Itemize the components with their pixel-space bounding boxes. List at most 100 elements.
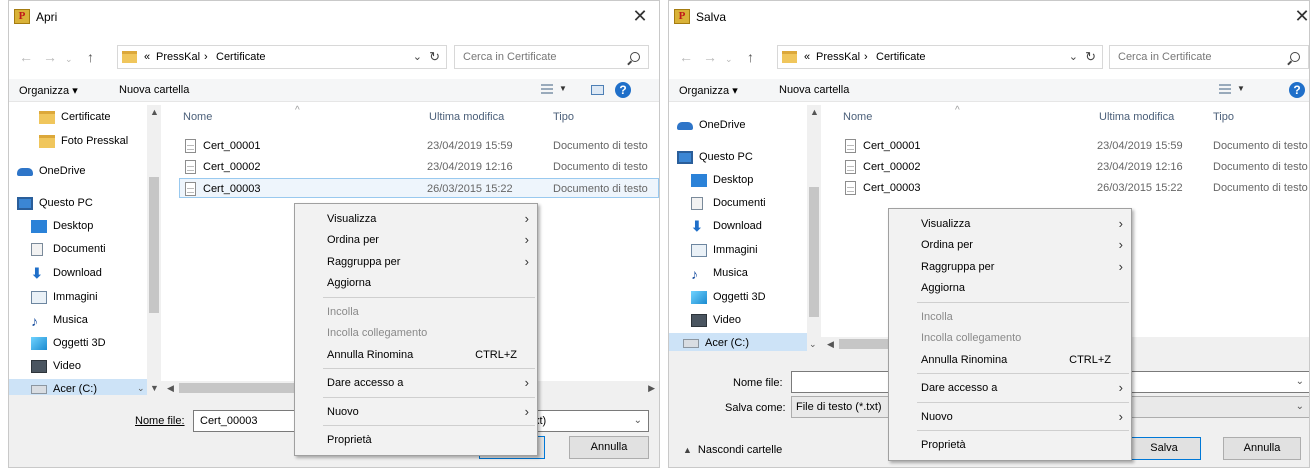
organize-button[interactable]: Organizza ▾	[679, 84, 738, 97]
column-header-name[interactable]: Nome	[843, 111, 872, 123]
view-options-icon[interactable]	[541, 84, 553, 95]
nav-item-desktop[interactable]: Desktop	[691, 170, 807, 190]
nav-item-foto-presskal[interactable]: Foto Presskal	[39, 131, 145, 151]
nav-item-video[interactable]: Video	[691, 310, 807, 330]
menu-item-dare-accesso-a[interactable]: Dare accesso a ›	[889, 377, 1131, 399]
file-row-selected[interactable]: Cert_00003 26/03/2015 15:22 Documento di…	[179, 178, 659, 198]
search-input[interactable]	[461, 50, 625, 64]
new-folder-button[interactable]: Nuova cartella	[119, 84, 189, 96]
scroll-left-icon[interactable]: ◀	[167, 383, 174, 394]
scroll-right-icon[interactable]: ▶	[648, 383, 655, 394]
search-box[interactable]	[454, 45, 649, 69]
menu-item-raggruppa-per[interactable]: Raggruppa per ›	[295, 251, 537, 273]
scrollbar-thumb[interactable]	[149, 177, 159, 313]
menu-item-visualizza[interactable]: Visualizza ›	[295, 208, 537, 230]
scrollbar-thumb[interactable]	[809, 187, 819, 317]
recent-dropdown-icon[interactable]: ⌄	[65, 51, 73, 67]
back-arrow-icon[interactable]: ←	[679, 49, 693, 65]
help-icon[interactable]: ?	[1289, 82, 1305, 98]
nav-item-download[interactable]: ⬇ Download	[691, 216, 807, 236]
filename-input[interactable]	[198, 414, 309, 428]
new-folder-button[interactable]: Nuova cartella	[779, 84, 849, 96]
close-button[interactable]: ✕	[1291, 6, 1309, 26]
column-header-modified[interactable]: Ultima modifica	[429, 111, 504, 123]
file-row[interactable]: Cert_00001 23/04/2019 15:59 Documento di…	[839, 136, 1309, 156]
chevron-down-icon[interactable]: ⌄	[809, 339, 817, 350]
hide-folders-button[interactable]: ▲ Nascondi cartelle	[683, 444, 782, 456]
breadcrumb-presskal[interactable]: PressKal	[816, 51, 860, 63]
file-type-filter[interactable]: xt) ⌄	[529, 410, 649, 432]
nav-item-download[interactable]: ⬇ Download	[31, 263, 147, 283]
nav-item-musica[interactable]: ♪ Musica	[31, 310, 147, 330]
back-arrow-icon[interactable]: ←	[19, 49, 33, 65]
view-dropdown-icon[interactable]: ▼	[1237, 84, 1245, 93]
nav-scrollbar[interactable]: ▲ ▼	[147, 105, 161, 395]
chevron-down-icon[interactable]: ⌄	[1069, 50, 1078, 63]
menu-item-aggiorna[interactable]: Aggiorna	[889, 277, 1131, 299]
column-header-type[interactable]: Tipo	[1213, 111, 1234, 123]
search-icon[interactable]	[1290, 52, 1300, 62]
preview-pane-icon[interactable]	[591, 85, 604, 95]
forward-arrow-icon[interactable]: →	[43, 49, 57, 65]
refresh-icon[interactable]: ↻	[429, 49, 440, 65]
breadcrumb[interactable]: « PressKal › Certificate ⌄ ↻	[777, 45, 1103, 69]
file-row[interactable]: Cert_00002 23/04/2019 12:16 Documento di…	[179, 157, 659, 177]
help-icon[interactable]: ?	[615, 82, 631, 98]
breadcrumb-overflow[interactable]: «	[144, 51, 150, 63]
nav-item-acer-c[interactable]: Acer (C:)	[669, 333, 807, 353]
title-bar[interactable]: P Apri ✕	[9, 1, 659, 31]
recent-dropdown-icon[interactable]: ⌄	[725, 51, 733, 67]
close-button[interactable]: ✕	[629, 6, 651, 26]
nav-item-onedrive[interactable]: OneDrive	[677, 115, 807, 135]
file-row[interactable]: Cert_00003 26/03/2015 15:22 Documento di…	[839, 178, 1309, 198]
file-row[interactable]: Cert_00001 23/04/2019 15:59 Documento di…	[179, 136, 659, 156]
save-button[interactable]: Salva	[1127, 437, 1201, 460]
menu-item-proprieta[interactable]: Proprietà	[889, 434, 1131, 456]
file-row[interactable]: Cert_00002 23/04/2019 12:16 Documento di…	[839, 157, 1309, 177]
nav-item-documenti[interactable]: Documenti	[691, 193, 807, 213]
nav-item-video[interactable]: Video	[31, 356, 147, 376]
cancel-button[interactable]: Annulla	[1223, 437, 1301, 460]
scroll-down-icon[interactable]: ▼	[150, 383, 159, 393]
forward-arrow-icon[interactable]: →	[703, 49, 717, 65]
nav-item-questo-pc[interactable]: Questo PC	[677, 147, 807, 167]
scroll-up-icon[interactable]: ▲	[150, 107, 159, 117]
menu-item-raggruppa-per[interactable]: Raggruppa per ›	[889, 256, 1131, 278]
chevron-down-icon[interactable]: ⌄	[1296, 376, 1304, 387]
refresh-icon[interactable]: ↻	[1085, 49, 1096, 65]
breadcrumb-overflow[interactable]: «	[804, 51, 810, 63]
nav-item-desktop[interactable]: Desktop	[31, 216, 147, 236]
menu-item-nuovo[interactable]: Nuovo ›	[295, 401, 537, 423]
menu-item-nuovo[interactable]: Nuovo ›	[889, 406, 1131, 428]
menu-item-visualizza[interactable]: Visualizza ›	[889, 213, 1131, 235]
search-box[interactable]	[1109, 45, 1309, 69]
nav-item-immagini[interactable]: Immagini	[691, 240, 807, 260]
view-options-icon[interactable]	[1219, 84, 1231, 95]
nav-item-documenti[interactable]: Documenti	[31, 239, 147, 259]
nav-item-immagini[interactable]: Immagini	[31, 287, 147, 307]
search-input[interactable]	[1116, 50, 1280, 64]
breadcrumb[interactable]: « PressKal › Certificate ⌄ ↻	[117, 45, 447, 69]
menu-item-proprieta[interactable]: Proprietà	[295, 429, 537, 451]
menu-item-ordina-per[interactable]: Ordina per ›	[295, 229, 537, 251]
menu-item-dare-accesso-a[interactable]: Dare accesso a ›	[295, 372, 537, 394]
column-header-name[interactable]: Nome	[183, 111, 212, 123]
breadcrumb-certificate[interactable]: Certificate	[876, 51, 926, 63]
nav-item-oggetti-3d[interactable]: Oggetti 3D	[31, 333, 147, 353]
title-bar[interactable]: P Salva ✕	[669, 1, 1309, 31]
nav-item-acer-c[interactable]: Acer (C:)	[9, 379, 147, 395]
menu-item-aggiorna[interactable]: Aggiorna	[295, 272, 537, 294]
nav-item-oggetti-3d[interactable]: Oggetti 3D	[691, 287, 807, 307]
nav-item-questo-pc[interactable]: Questo PC	[17, 193, 147, 213]
organize-button[interactable]: Organizza ▾	[19, 84, 78, 97]
scroll-left-icon[interactable]: ◀	[827, 339, 834, 350]
nav-item-onedrive[interactable]: OneDrive	[17, 161, 147, 181]
column-header-type[interactable]: Tipo	[553, 111, 574, 123]
chevron-down-icon[interactable]: ⌄	[137, 383, 145, 394]
scrollbar-thumb[interactable]	[179, 383, 299, 393]
search-icon[interactable]	[630, 52, 640, 62]
menu-item-annulla-rinomina[interactable]: Annulla Rinomina CTRL+Z	[889, 349, 1131, 371]
scroll-up-icon[interactable]: ▲	[810, 107, 819, 117]
menu-item-ordina-per[interactable]: Ordina per ›	[889, 234, 1131, 256]
breadcrumb-certificate[interactable]: Certificate	[216, 51, 266, 63]
